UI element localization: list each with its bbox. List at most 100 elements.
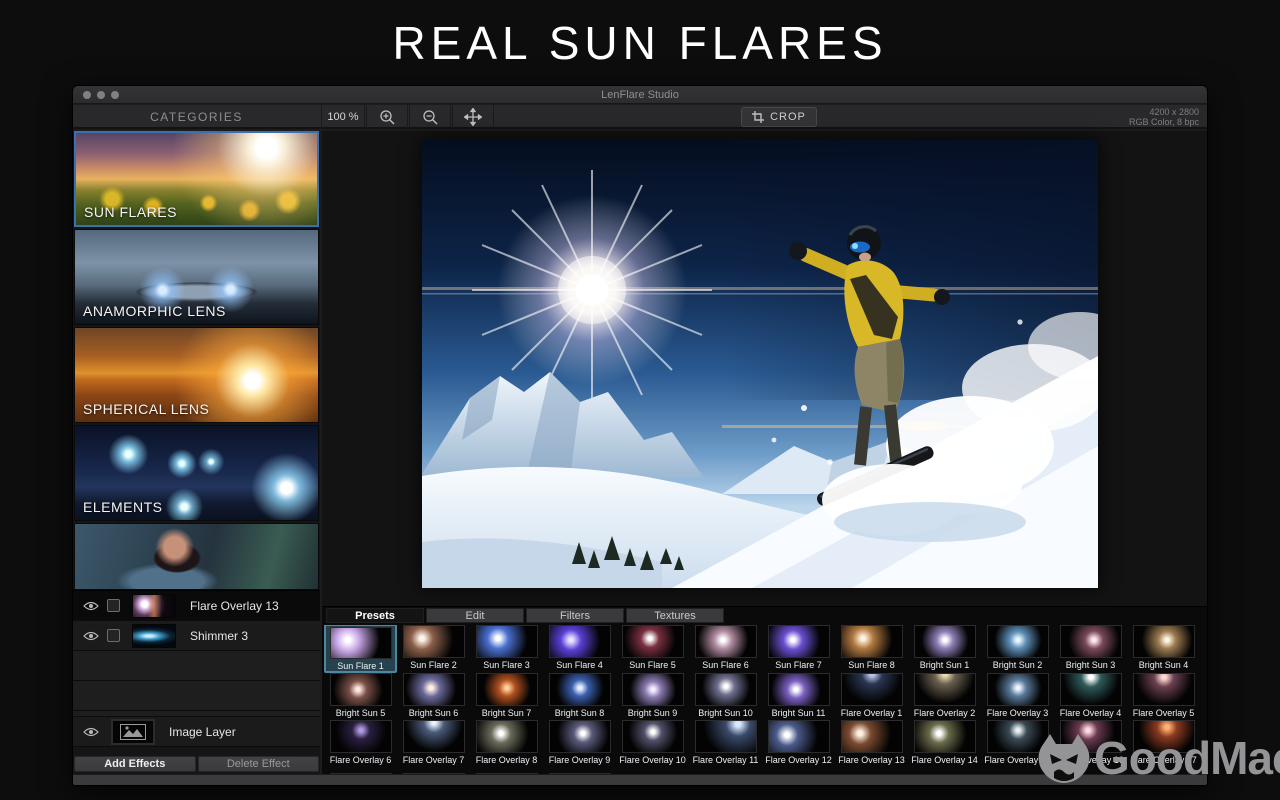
preset-thumbnail: [694, 720, 757, 753]
preset-bright-sun-5[interactable]: Bright Sun 5: [324, 673, 397, 720]
layer-row-flare-overlay-13[interactable]: Flare Overlay 13: [73, 591, 320, 621]
preset-flare-overlay-5[interactable]: Flare Overlay 5: [1127, 673, 1200, 720]
preset-bright-sun-9[interactable]: Bright Sun 9: [616, 673, 689, 720]
tab-edit[interactable]: Edit: [426, 608, 524, 623]
preset-sun-flare-7[interactable]: Sun Flare 7: [762, 625, 835, 672]
category-elements[interactable]: ELEMENTS: [74, 425, 319, 521]
preset-bright-sun-10[interactable]: Bright Sun 10: [689, 673, 762, 720]
preset-flare-overlay-14[interactable]: Flare Overlay 14: [908, 720, 981, 767]
layer-name: Flare Overlay 13: [190, 598, 279, 613]
preset-bright-sun-4[interactable]: Bright Sun 4: [1127, 625, 1200, 672]
preset-thumbnail: [767, 720, 830, 753]
crop-button[interactable]: CROP: [741, 107, 817, 127]
preset-label: Flare Overlay 7: [402, 755, 465, 765]
tab-textures[interactable]: Textures: [626, 608, 724, 623]
categories-header: CATEGORIES: [150, 110, 243, 124]
preset-bright-sun-6[interactable]: Bright Sun 6: [397, 673, 470, 720]
delete-effect-button[interactable]: Delete Effect: [197, 756, 319, 772]
preset-thumbnail: [986, 673, 1049, 706]
preset-thumbnail: [694, 673, 757, 706]
preset-flare-overlay-7[interactable]: Flare Overlay 7: [397, 720, 470, 767]
preset-thumbnail: [621, 720, 684, 753]
preset-thumbnail: [548, 720, 611, 753]
preset-bright-sun-3[interactable]: Bright Sun 3: [1054, 625, 1127, 672]
preset-sun-flare-1[interactable]: Sun Flare 1: [324, 625, 397, 673]
preset-sun-flare-5[interactable]: Sun Flare 5: [616, 625, 689, 672]
window-titlebar[interactable]: LenFlare Studio: [73, 86, 1207, 104]
preset-thumbnail: [621, 625, 684, 658]
image-layer-row[interactable]: Image Layer: [73, 717, 320, 747]
zoom-in-button[interactable]: [366, 105, 408, 129]
category-list: SUN FLARES ANAMORPHIC LENS SPHERICAL LENS E…: [73, 131, 320, 590]
preset-flare-overlay-6[interactable]: Flare Overlay 6: [324, 720, 397, 767]
preset-label: Flare Overlay 1: [840, 708, 903, 718]
preset-thumbnail: [1132, 673, 1195, 706]
layer-thumbnail: [132, 593, 176, 618]
preset-thumbnail: [694, 625, 757, 658]
zoom-level-value[interactable]: 100 %: [321, 105, 365, 129]
preset-thumbnail: [329, 720, 392, 753]
preset-thumbnail: [913, 625, 976, 658]
preset-label: Bright Sun 11: [771, 708, 826, 718]
eye-icon[interactable]: [83, 727, 99, 737]
eye-icon[interactable]: [83, 631, 99, 641]
eye-icon[interactable]: [83, 601, 99, 611]
preset-thumbnail: [1132, 625, 1195, 658]
preset-bright-sun-8[interactable]: Bright Sun 8: [543, 673, 616, 720]
document-color-mode: RGB Color, 8 bpc: [1128, 117, 1199, 127]
preset-label: Bright Sun 2: [992, 660, 1043, 670]
preset-bright-sun-7[interactable]: Bright Sun 7: [470, 673, 543, 720]
category-sun-flares[interactable]: SUN FLARES: [74, 131, 319, 227]
preset-flare-overlay-8[interactable]: Flare Overlay 8: [470, 720, 543, 767]
canvas-photo[interactable]: [422, 140, 1098, 588]
preset-label: Flare Overlay 11: [692, 755, 759, 765]
image-layer-thumbnail: [111, 718, 155, 745]
preset-sun-flare-8[interactable]: Sun Flare 8: [835, 625, 908, 672]
category-label: SUN FLARES: [84, 204, 177, 220]
preset-label: Bright Sun 4: [1138, 660, 1189, 670]
preset-flare-overlay-11[interactable]: Flare Overlay 11: [689, 720, 762, 767]
preset-flare-overlay-13[interactable]: Flare Overlay 13: [835, 720, 908, 767]
preset-thumbnail: [913, 720, 976, 753]
category-5[interactable]: [74, 523, 319, 590]
preset-bright-sun-2[interactable]: Bright Sun 2: [981, 625, 1054, 672]
preset-flare-overlay-2[interactable]: Flare Overlay 2: [908, 673, 981, 720]
preset-bright-sun-1[interactable]: Bright Sun 1: [908, 625, 981, 672]
preset-thumbnail: [402, 673, 465, 706]
preset-sun-flare-6[interactable]: Sun Flare 6: [689, 625, 762, 672]
preset-sun-flare-3[interactable]: Sun Flare 3: [470, 625, 543, 672]
crop-frame-icon: [752, 111, 765, 123]
preset-label: Flare Overlay 5: [1132, 708, 1195, 718]
preset-flare-overlay-3[interactable]: Flare Overlay 3: [981, 673, 1054, 720]
goodmac-devil-face-icon: [1038, 734, 1090, 783]
preset-bright-sun-11[interactable]: Bright Sun 11: [762, 673, 835, 720]
preset-thumbnail: [402, 625, 465, 658]
category-label: ANAMORPHIC LENS: [83, 303, 226, 319]
page-title: REAL SUN FLARES: [392, 17, 888, 69]
preset-sun-flare-2[interactable]: Sun Flare 2: [397, 625, 470, 672]
preset-sun-flare-4[interactable]: Sun Flare 4: [543, 625, 616, 672]
layer-row-shimmer-3[interactable]: Shimmer 3: [73, 621, 320, 651]
pan-tool-button[interactable]: [452, 105, 494, 129]
screen: { "page": { "headline": "REAL SUN FLARES…: [0, 0, 1280, 800]
tab-presets[interactable]: Presets: [326, 608, 424, 623]
layer-checkbox[interactable]: [107, 629, 120, 642]
magnifier-minus-icon: [422, 109, 438, 125]
preset-thumbnail: [475, 673, 538, 706]
preset-flare-overlay-4[interactable]: Flare Overlay 4: [1054, 673, 1127, 720]
preset-flare-overlay-9[interactable]: Flare Overlay 9: [543, 720, 616, 767]
layer-checkbox[interactable]: [107, 599, 120, 612]
preset-flare-overlay-1[interactable]: Flare Overlay 1: [835, 673, 908, 720]
add-effects-button[interactable]: Add Effects: [74, 756, 196, 772]
preset-label: Flare Overlay 14: [911, 755, 978, 765]
category-spherical-lens[interactable]: SPHERICAL LENS: [74, 327, 319, 423]
category-anamorphic-lens[interactable]: ANAMORPHIC LENS: [74, 229, 319, 325]
preset-label: Sun Flare 4: [556, 660, 603, 670]
snowboarder-photo: [422, 140, 1098, 588]
preset-label: Bright Sun 7: [481, 708, 532, 718]
preset-flare-overlay-12[interactable]: Flare Overlay 12: [762, 720, 835, 767]
preset-flare-overlay-10[interactable]: Flare Overlay 10: [616, 720, 689, 767]
tab-filters[interactable]: Filters: [526, 608, 624, 623]
preset-label: Bright Sun 3: [1065, 660, 1116, 670]
zoom-out-button[interactable]: [409, 105, 451, 129]
